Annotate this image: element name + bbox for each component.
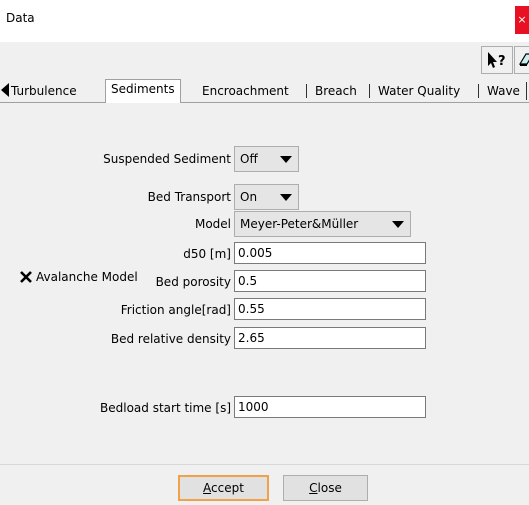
model-label: Model — [194, 217, 231, 231]
whats-this-help-button[interactable]: ? — [481, 46, 513, 74]
edit-dropdown-button[interactable] — [514, 46, 529, 74]
accept-mnemonic: A — [203, 481, 212, 495]
friction-angle-label: Friction angle[rad] — [120, 303, 231, 317]
model-select[interactable]: Meyer-Peter&Müller — [234, 211, 411, 237]
friction-angle-field[interactable]: 0.55 — [234, 298, 426, 320]
close-button[interactable]: Close — [283, 475, 368, 501]
toolbar: ? — [0, 42, 529, 78]
whats-this-help-icon: ? — [488, 52, 506, 69]
chevron-down-icon — [392, 221, 404, 228]
svg-text:?: ? — [498, 54, 506, 69]
suspended-sediment-value: Off — [240, 152, 258, 166]
checkbox-checked-icon[interactable] — [19, 270, 33, 284]
dialog-footer: Accept Close — [0, 464, 529, 505]
d50-field[interactable]: 0.005 — [234, 242, 426, 264]
bed-porosity-label: Bed porosity — [155, 275, 231, 289]
tab-turbulence[interactable]: Turbulence — [6, 82, 82, 100]
close-label-rest: lose — [317, 481, 342, 495]
accept-button[interactable]: Accept — [178, 475, 269, 501]
close-mnemonic: C — [309, 481, 318, 495]
avalanche-model-label: Avalanche Model — [36, 270, 138, 284]
edit-dropdown-icon — [518, 53, 529, 66]
suspended-sediment-select[interactable]: Off — [234, 146, 299, 172]
bed-relative-density-field[interactable]: 2.65 — [234, 327, 426, 349]
tab-separator — [478, 84, 479, 98]
chevron-down-icon — [280, 156, 292, 163]
tab-strip: Turbulence Sediments Encroachment Breach… — [0, 78, 529, 104]
tab-wave[interactable]: Wave — [482, 82, 525, 100]
window-close-button[interactable]: × — [515, 6, 529, 34]
tab-breach[interactable]: Breach — [310, 82, 362, 100]
tab-separator — [369, 84, 370, 98]
bed-relative-density-label: Bed relative density — [110, 332, 231, 346]
tab-separator — [526, 82, 527, 100]
window-title: Data — [6, 11, 35, 25]
tab-separator — [306, 84, 307, 98]
bed-transport-value: On — [240, 190, 258, 204]
sediments-panel: Suspended Sediment Off Bed Transport On … — [0, 103, 529, 464]
bed-transport-select[interactable]: On — [234, 184, 299, 210]
title-bar: Data × — [0, 0, 529, 42]
tab-water-quality[interactable]: Water Quality — [373, 82, 465, 100]
bedload-start-time-field[interactable]: 1000 — [234, 396, 426, 418]
model-value: Meyer-Peter&Müller — [240, 217, 359, 231]
chevron-down-icon — [280, 194, 292, 201]
bedload-start-time-label: Bedload start time [s] — [100, 401, 231, 415]
tab-sediments[interactable]: Sediments — [105, 79, 181, 104]
bed-porosity-field[interactable]: 0.5 — [234, 270, 426, 292]
tab-encroachment[interactable]: Encroachment — [197, 82, 294, 100]
accept-label-rest: ccept — [211, 481, 244, 495]
bed-transport-label: Bed Transport — [147, 190, 231, 204]
suspended-sediment-label: Suspended Sediment — [103, 152, 231, 166]
d50-label: d50 [m] — [183, 247, 231, 261]
